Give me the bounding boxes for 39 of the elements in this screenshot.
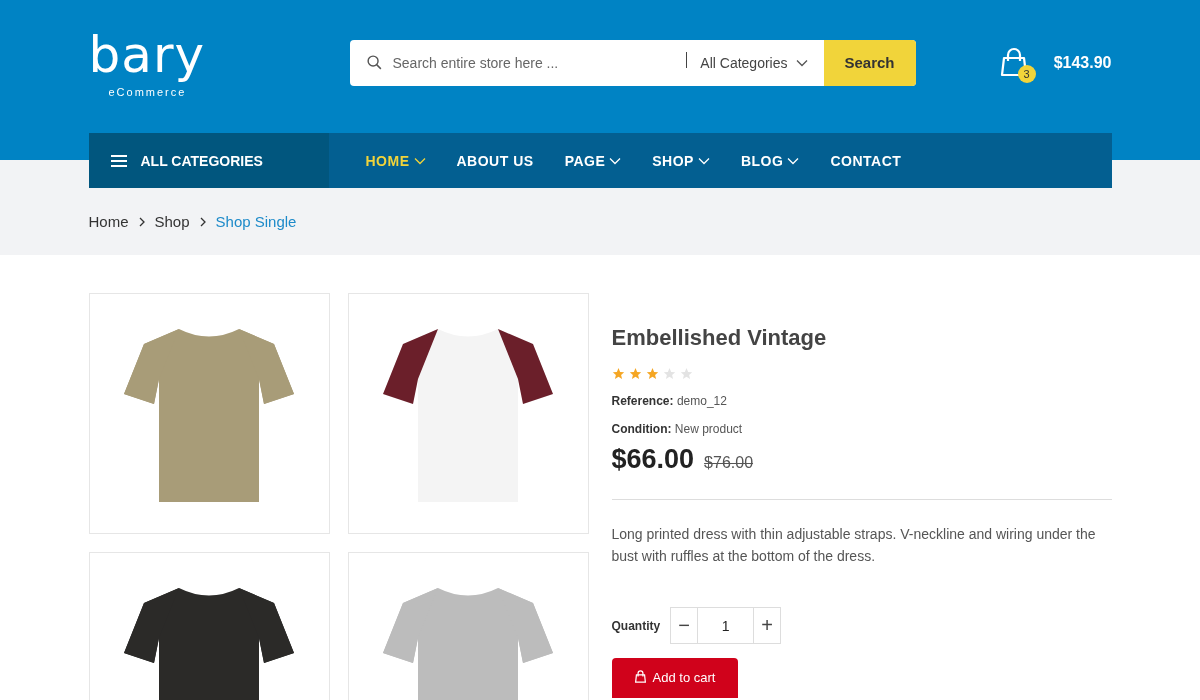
product-photo[interactable]	[347, 293, 589, 534]
cart-count-badge: 3	[1017, 64, 1036, 83]
logo-tagline: eCommerce	[108, 86, 187, 99]
quantity-field[interactable]: 1	[698, 607, 754, 644]
detail-value: demo_12	[676, 394, 727, 408]
star-icon	[679, 367, 693, 380]
nav-link[interactable]: PAGE	[564, 152, 622, 169]
nav-link[interactable]: ABOUT US	[456, 152, 534, 169]
category-dropdown[interactable]: All Categories	[686, 39, 824, 86]
menu-icon	[110, 154, 127, 167]
price: $66.00	[611, 444, 695, 475]
nav-link[interactable]: HOME	[365, 152, 426, 169]
increase-button[interactable]: +	[753, 607, 782, 644]
nav-link[interactable]: SHOP	[652, 152, 710, 169]
detail-value: New product	[674, 422, 743, 436]
search-field[interactable]: Search entire store here ... All Categories Search	[349, 39, 916, 86]
star-icon	[611, 367, 625, 380]
search-button[interactable]: Search	[823, 39, 916, 86]
old-price: $76.00	[704, 454, 754, 472]
detail-label: Condition:	[611, 422, 672, 436]
star-icon	[628, 367, 642, 380]
all-categories-button[interactable]: ALL CATEGORIES	[88, 133, 329, 188]
shopping-bag-icon	[633, 670, 647, 683]
logo-text[interactable]: bary	[88, 26, 206, 84]
product-description: Long printed dress with thin adjustable straps. V-neckline and wiring under the bust with ruffles at the bottom of the dress.	[611, 525, 1097, 566]
breadcrumb-link[interactable]: Shop Single	[215, 213, 297, 230]
cart-total[interactable]: $143.90	[1053, 53, 1112, 72]
search-icon	[365, 54, 383, 71]
nav-link[interactable]: CONTACT	[830, 152, 902, 169]
breadcrumb-link[interactable]: Home	[88, 213, 129, 230]
decrease-button[interactable]: −	[670, 607, 699, 644]
add-to-cart-button[interactable]: Add to cart	[611, 658, 738, 698]
nav-link[interactable]: BLOG	[740, 152, 800, 169]
star-icon	[645, 367, 659, 380]
product-title: Embellished Vintage	[611, 325, 828, 351]
star-icon	[662, 367, 676, 380]
detail-label: Reference:	[611, 394, 674, 408]
breadcrumb-link[interactable]: Shop	[154, 213, 190, 230]
quantity-label: Quantity	[611, 618, 661, 633]
